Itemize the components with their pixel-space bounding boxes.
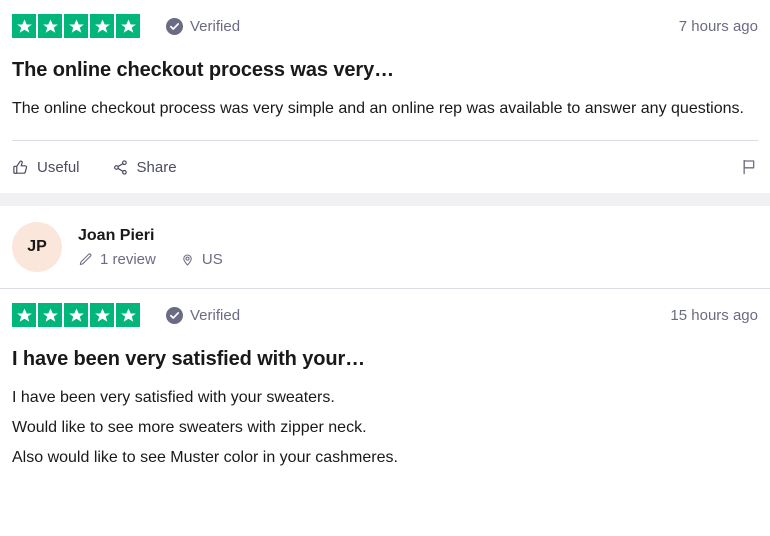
- star-icon: [38, 14, 62, 38]
- consumer-divider: [0, 288, 770, 289]
- star-rating-2: [12, 303, 140, 327]
- star-icon: [90, 303, 114, 327]
- review-title[interactable]: I have been very satisfied with your…: [12, 331, 758, 371]
- pencil-icon: [78, 252, 93, 267]
- location-pin-icon: [180, 252, 195, 267]
- check-circle-icon: [166, 306, 183, 324]
- thumbs-up-icon: [12, 159, 29, 176]
- check-circle-icon: [166, 17, 183, 35]
- share-icon: [112, 159, 129, 176]
- avatar: JP: [12, 222, 62, 272]
- share-label: Share: [136, 158, 177, 176]
- consumer-header[interactable]: JP Joan Pieri 1 review US: [12, 206, 758, 288]
- report-button[interactable]: [740, 158, 758, 176]
- review-timestamp: 15 hours ago: [670, 306, 758, 324]
- review-count-label: 1 review: [100, 250, 156, 268]
- review-body-1: The online checkout process was very sim…: [12, 82, 752, 124]
- verified-badge-1: Verified: [166, 17, 241, 35]
- review-title[interactable]: The online checkout process was very…: [12, 42, 758, 82]
- useful-label: Useful: [37, 158, 80, 176]
- review-card-2: JP Joan Pieri 1 review US Verified 15 ho…: [0, 206, 770, 473]
- review-body-text: The online checkout process was very sim…: [12, 100, 744, 117]
- star-icon: [116, 14, 140, 38]
- consumer-meta: 1 review US: [78, 252, 223, 267]
- star-icon: [64, 303, 88, 327]
- reviews-page: Verified 7 hours ago The online checkout…: [0, 0, 770, 536]
- review-actions-1: Useful Share: [12, 141, 758, 193]
- consumer-info: Joan Pieri 1 review US: [78, 227, 223, 267]
- review-timestamp: 7 hours ago: [678, 17, 758, 35]
- avatar-initials: JP: [27, 238, 47, 255]
- useful-button[interactable]: Useful: [12, 159, 80, 176]
- consumer-location: US: [180, 252, 223, 267]
- review-body-line: I have been very satisfied with your swe…: [12, 389, 335, 406]
- review-body-line: Would like to see more sweaters with zip…: [12, 419, 367, 436]
- verified-badge-2: Verified: [166, 306, 241, 324]
- review-body-2: I have been very satisfied with your swe…: [12, 371, 752, 473]
- star-icon: [116, 303, 140, 327]
- verified-label: Verified: [190, 306, 241, 324]
- verified-label: Verified: [190, 17, 241, 35]
- rating-row-1: Verified 7 hours ago: [12, 0, 758, 42]
- flag-icon: [740, 158, 758, 176]
- star-icon: [38, 303, 62, 327]
- star-icon: [12, 303, 36, 327]
- card-separator-band: [0, 193, 770, 206]
- rating-row-2: Verified 15 hours ago: [12, 289, 758, 331]
- review-count: 1 review: [78, 252, 156, 267]
- star-rating-1: [12, 14, 140, 38]
- share-button[interactable]: Share: [112, 159, 177, 176]
- review-body-line: Also would like to see Muster color in y…: [12, 449, 398, 466]
- review-card-1: Verified 7 hours ago The online checkout…: [0, 0, 770, 193]
- star-icon: [64, 14, 88, 38]
- star-icon: [90, 14, 114, 38]
- consumer-name[interactable]: Joan Pieri: [78, 227, 223, 245]
- star-icon: [12, 14, 36, 38]
- location-label: US: [201, 250, 223, 268]
